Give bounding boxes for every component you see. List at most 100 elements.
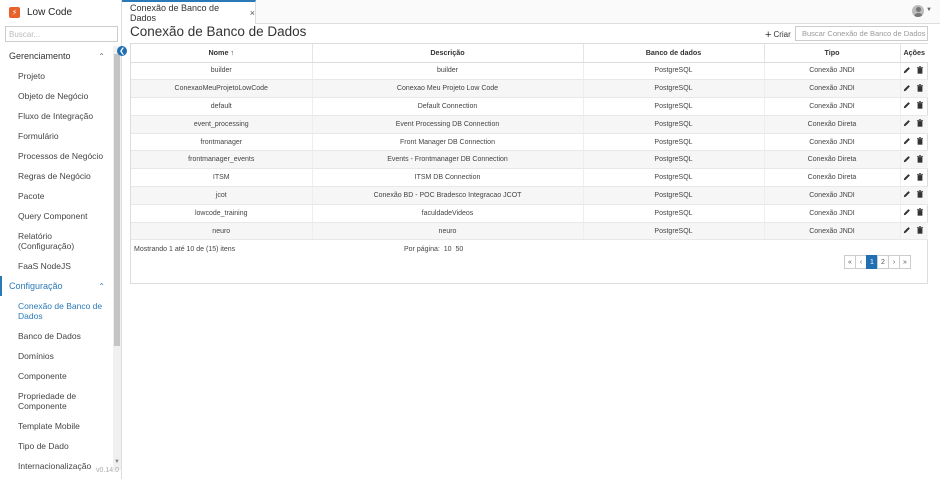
sidebar-item[interactable]: Domínios: [0, 346, 113, 366]
page-title: Conexão de Banco de Dados: [130, 24, 307, 39]
collapse-sidebar-button[interactable]: ❮: [117, 46, 127, 56]
table-row[interactable]: builder builder PostgreSQL Conexão JNDI: [131, 62, 928, 81]
cell-banco: PostgreSQL: [583, 204, 765, 223]
sidebar-item[interactable]: Componente: [0, 366, 113, 386]
edit-icon[interactable]: [903, 155, 911, 165]
edit-icon[interactable]: [903, 101, 911, 111]
cell-nome: event_processing: [131, 115, 313, 134]
sidebar-item[interactable]: Tipo de Dado: [0, 436, 113, 456]
sidebar-item[interactable]: Propriedade de Componente: [0, 386, 113, 416]
create-button[interactable]: + Criar: [765, 29, 791, 40]
sidebar-item[interactable]: Objeto de Negócio: [0, 86, 113, 106]
cell-acoes: [900, 204, 928, 223]
sidebar-scrollbar[interactable]: [113, 46, 121, 470]
column-header-tipo[interactable]: Tipo: [764, 44, 901, 63]
table-row[interactable]: frontmanager Front Manager DB Connection P…: [131, 133, 928, 152]
sidebar-item[interactable]: Banco de Dados: [0, 326, 113, 346]
page-size-selector: Por página: 10 50: [402, 246, 463, 253]
cell-descricao: Front Manager DB Connection: [312, 133, 584, 152]
edit-icon[interactable]: [903, 208, 911, 218]
sidebar-item[interactable]: Processos de Negócio: [0, 146, 113, 166]
sidebar-search-input[interactable]: [5, 26, 118, 42]
trash-icon[interactable]: [916, 119, 924, 129]
column-header-nome[interactable]: Nome ↑: [131, 44, 313, 63]
sidebar-group-label: Gerenciamento: [9, 51, 71, 61]
trash-icon[interactable]: [916, 137, 924, 147]
cell-tipo: Conexão JNDI: [764, 97, 901, 116]
sidebar-menu: Gerenciamento ⌃ Projeto Objeto de Negócio Fl…: [0, 46, 113, 476]
cell-tipo: Conexão Direta: [764, 168, 901, 188]
cell-banco: PostgreSQL: [583, 222, 765, 241]
sidebar-scrollbar-thumb[interactable]: [114, 54, 120, 346]
cell-tipo: Conexão JNDI: [764, 222, 901, 241]
page-size-option-50[interactable]: 50: [456, 246, 464, 253]
cell-descricao: builder: [312, 62, 584, 81]
cell-banco: PostgreSQL: [583, 150, 765, 170]
edit-icon[interactable]: [903, 137, 911, 147]
page-size-option-10[interactable]: 10: [444, 246, 452, 253]
sidebar-item[interactable]: Formulário: [0, 126, 113, 146]
page-size-label: Por página:: [404, 246, 440, 253]
cell-acoes: [900, 79, 928, 99]
sidebar-item[interactable]: Conexão de Banco de Dados: [0, 296, 113, 326]
edit-icon[interactable]: [903, 84, 911, 94]
trash-icon[interactable]: [916, 83, 924, 94]
sidebar-group-0[interactable]: Gerenciamento ⌃: [0, 46, 113, 66]
table-row[interactable]: neuro neuro PostgreSQL Conexão JNDI: [131, 222, 928, 241]
scroll-down-arrow-icon[interactable]: ▼: [113, 458, 121, 466]
table-row[interactable]: event_processing Event Processing DB Conn…: [131, 115, 928, 134]
sidebar-item[interactable]: Relatório (Configuração): [0, 226, 113, 256]
sidebar-item[interactable]: Projeto: [0, 66, 113, 86]
trash-icon[interactable]: [916, 226, 924, 236]
cell-banco: PostgreSQL: [583, 168, 765, 188]
data-grid: Nome ↑ Descrição Banco de dados Tipo Açõ…: [130, 43, 928, 284]
trash-icon[interactable]: [916, 66, 924, 76]
table-row[interactable]: default Default Connection PostgreSQL Conex…: [131, 97, 928, 116]
table-row[interactable]: frontmanager_events Events - Frontmanager…: [131, 150, 928, 170]
chevron-down-icon[interactable]: ▼: [926, 7, 932, 13]
sidebar-item[interactable]: FaaS NodeJS: [0, 256, 113, 276]
table-row[interactable]: ITSM ITSM DB Connection PostgreSQL Conexão …: [131, 168, 928, 188]
cell-tipo: Conexão JNDI: [764, 79, 901, 99]
cell-banco: PostgreSQL: [583, 115, 765, 134]
last-page-button[interactable]: »: [899, 255, 911, 269]
table-row[interactable]: lowcode_training faculdadeVideos PostgreSQ…: [131, 204, 928, 223]
trash-icon[interactable]: [916, 208, 924, 218]
table-row[interactable]: ConexaoMeuProjetoLowCode Conexao Meu Proj…: [131, 79, 928, 99]
tab-conexao-banco-dados[interactable]: Conexão de Banco de Dados ×: [122, 0, 256, 24]
sidebar-item[interactable]: Template Mobile: [0, 416, 113, 436]
user-avatar-icon[interactable]: [912, 5, 924, 17]
edit-icon[interactable]: [903, 190, 911, 200]
edit-icon[interactable]: [903, 173, 911, 183]
sidebar-item[interactable]: Query Component: [0, 206, 113, 226]
trash-icon[interactable]: [916, 155, 924, 165]
table-header-row: Nome ↑ Descrição Banco de dados Tipo Açõ…: [131, 44, 928, 63]
pagination: « ‹ 1 2 › »: [844, 255, 911, 269]
trash-icon[interactable]: [916, 172, 924, 183]
edit-icon[interactable]: [903, 66, 911, 76]
trash-icon[interactable]: [916, 190, 924, 200]
app-name: Low Code: [27, 6, 73, 18]
sidebar-group-1[interactable]: Configuração ⌃: [0, 276, 113, 296]
search-input[interactable]: [795, 26, 928, 41]
edit-icon[interactable]: [903, 226, 911, 236]
sidebar-item[interactable]: Fluxo de Integração: [0, 106, 113, 126]
cell-nome: jcot: [131, 186, 313, 205]
close-tab-icon[interactable]: ×: [250, 8, 255, 18]
cell-descricao: Event Processing DB Connection: [312, 115, 584, 134]
table-row[interactable]: jcot Conexão BD - POC Bradesco Integracao…: [131, 186, 928, 205]
column-header-banco[interactable]: Banco de dados: [583, 44, 765, 63]
cell-nome: frontmanager_events: [131, 150, 313, 170]
sidebar-item[interactable]: Regras de Negócio: [0, 166, 113, 186]
sidebar-item[interactable]: Pacote: [0, 186, 113, 206]
column-header-descricao[interactable]: Descrição: [312, 44, 584, 63]
cell-banco: PostgreSQL: [583, 186, 765, 205]
cell-descricao: faculdadeVideos: [312, 204, 584, 223]
trash-icon[interactable]: [916, 101, 924, 111]
edit-icon[interactable]: [903, 119, 911, 129]
create-button-label: Criar: [773, 30, 791, 39]
brand[interactable]: ⚡ Low Code: [0, 0, 122, 24]
cell-tipo: Conexão JNDI: [764, 186, 901, 205]
cell-descricao: Conexão BD - POC Bradesco Integracao JCO…: [312, 186, 584, 205]
cell-acoes: [900, 168, 928, 188]
